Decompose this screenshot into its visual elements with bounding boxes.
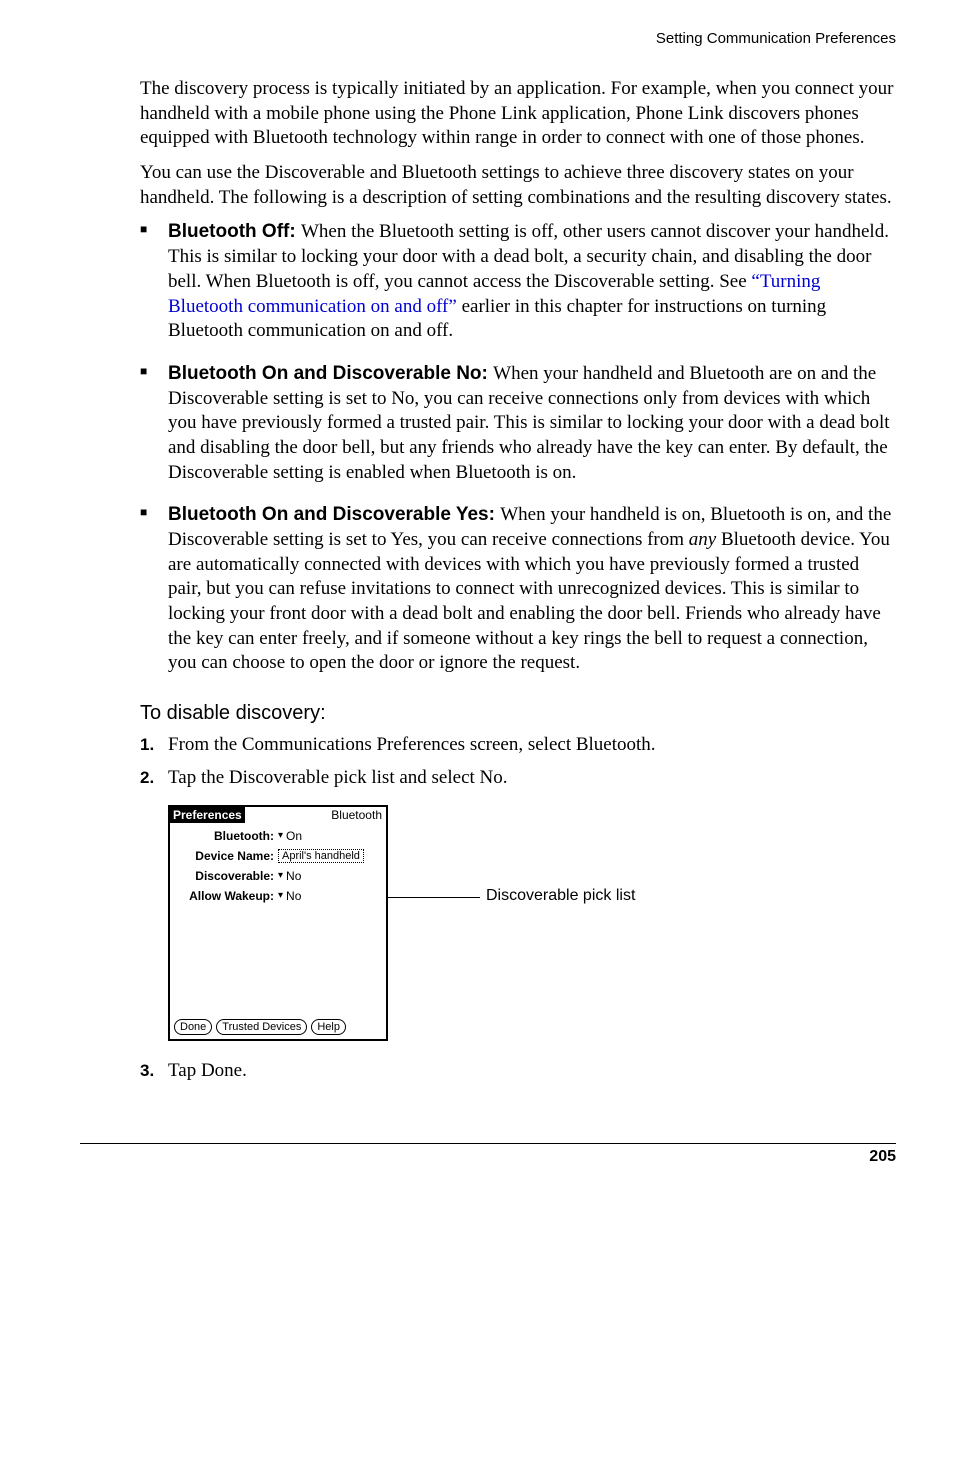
palm-discoverable-label: Discoverable: <box>174 869 274 883</box>
palm-trusted-devices-button[interactable]: Trusted Devices <box>216 1019 307 1035</box>
palm-allow-wakeup-label: Allow Wakeup: <box>174 889 274 903</box>
palm-discoverable-picker[interactable]: No <box>278 869 301 883</box>
step-3: 3.Tap Done. <box>140 1059 896 1084</box>
palm-done-button[interactable]: Done <box>174 1019 212 1035</box>
figure: Preferences Bluetooth Bluetooth: On Devi… <box>168 805 896 1041</box>
callout-label: Discoverable pick list <box>486 887 635 905</box>
palm-device-name-field[interactable]: April's handheld <box>278 849 364 863</box>
bullet-label: Bluetooth Off: <box>168 221 301 242</box>
step-2: 2.Tap the Discoverable pick list and sel… <box>140 766 896 791</box>
palm-bluetooth-label: Bluetooth: <box>174 829 274 843</box>
paragraph-2: You can use the Discoverable and Bluetoo… <box>140 161 896 210</box>
palm-help-button[interactable]: Help <box>311 1019 346 1035</box>
palm-device-name-label: Device Name: <box>174 849 274 863</box>
bullet-label: Bluetooth On and Discoverable Yes: <box>168 504 500 525</box>
running-header: Setting Communication Preferences <box>80 30 896 47</box>
palm-bluetooth-picker[interactable]: On <box>278 829 302 843</box>
bullet-label: Bluetooth On and Discoverable No: <box>168 363 493 384</box>
palm-screenshot: Preferences Bluetooth Bluetooth: On Devi… <box>168 805 388 1041</box>
page-number: 205 <box>80 1148 896 1166</box>
bullet-bluetooth-off: Bluetooth Off: When the Bluetooth settin… <box>140 220 896 343</box>
bullet-italic: any <box>689 529 716 550</box>
bullet-bluetooth-on-disc-yes: Bluetooth On and Discoverable Yes: When … <box>140 503 896 676</box>
paragraph-1: The discovery process is typically initi… <box>140 77 896 151</box>
palm-title: Preferences <box>170 807 245 823</box>
procedure-heading: To disable discovery: <box>140 702 896 725</box>
bullet-bluetooth-on-disc-no: Bluetooth On and Discoverable No: When y… <box>140 362 896 485</box>
bullet-text-after: Bluetooth device. You are automatically … <box>168 529 890 673</box>
palm-allow-wakeup-picker[interactable]: No <box>278 889 301 903</box>
palm-subtitle: Bluetooth <box>331 808 386 822</box>
step-1: 1.From the Communications Preferences sc… <box>140 733 896 758</box>
footer-rule <box>80 1143 896 1144</box>
